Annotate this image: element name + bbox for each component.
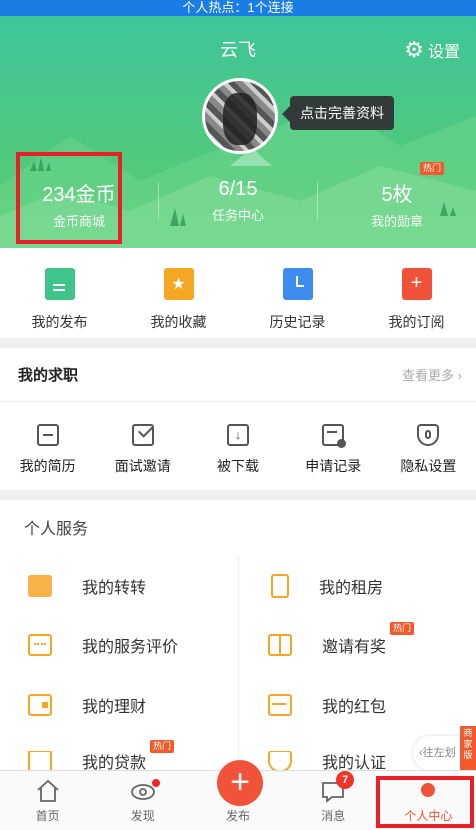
quick-action-my-favorites[interactable]: ★ 我的收藏 [119, 248, 238, 338]
settings-label: 设置 [427, 44, 460, 61]
quick-action-history[interactable]: 历史记录 [238, 248, 357, 338]
loan-icon [28, 751, 52, 771]
loans-hot-badge: 热门 [150, 740, 175, 753]
privacy-shield-icon [417, 424, 440, 446]
publish-plus-button[interactable]: + [217, 760, 263, 806]
application-record-icon [322, 424, 347, 448]
job-item-label: 面试邀请 [114, 458, 171, 474]
tab-messages[interactable]: 7 消息 [286, 771, 381, 830]
resume-icon [36, 424, 59, 446]
job-item-label: 我的简历 [19, 458, 76, 474]
hotspot-status-bar: 个人热点：1个连接 [0, 0, 476, 16]
add-bookmark-icon: + [401, 268, 432, 300]
home-icon [35, 779, 61, 803]
tasks-value: 6/15 [218, 178, 258, 200]
tab-label: 消息 [321, 809, 346, 823]
medals-label: 我的勋章 [370, 214, 423, 229]
quick-action-subscriptions[interactable]: + 我的订阅 [357, 248, 476, 338]
quick-action-label: 我的收藏 [150, 314, 207, 330]
coins-stat[interactable]: 234金币 金币商城 [0, 178, 158, 230]
tab-label: 个人中心 [404, 809, 453, 823]
stat-divider [317, 182, 318, 220]
folder-star-icon: ★ [163, 268, 194, 300]
swipe-left-hint[interactable]: ‹往左划 [413, 736, 463, 770]
view-more-link[interactable]: 查看更多 › [402, 365, 462, 384]
service-zhuanzhuan[interactable]: 我的转转 [28, 574, 146, 598]
section-title: 个人服务 [24, 521, 89, 538]
tab-discover[interactable]: 发现 [95, 771, 190, 830]
service-label: 我的理财 [82, 699, 147, 716]
tab-home[interactable]: 首页 [0, 771, 95, 830]
wallet-icon [28, 694, 52, 716]
service-invite-rewards[interactable]: 邀请有奖 [268, 633, 386, 657]
service-label: 我的转转 [82, 580, 147, 597]
job-item-applications[interactable]: 申请记录 [286, 402, 381, 490]
medals-hot-badge: 热门 [420, 162, 445, 175]
tasks-stat[interactable]: 6/15 任务中心 [159, 178, 317, 224]
service-label: 我的贷款 [82, 755, 147, 771]
shield-check-icon [268, 751, 292, 771]
quick-action-label: 我的发布 [31, 314, 88, 330]
complete-profile-tip[interactable]: 点击完善资料 [282, 96, 394, 130]
job-item-resume[interactable]: 我的简历 [0, 402, 95, 490]
service-rental[interactable]: 我的租房 [268, 574, 383, 598]
tab-profile[interactable]: 个人中心 [381, 771, 476, 830]
stat-divider [158, 182, 159, 220]
gift-icon [268, 634, 292, 656]
job-item-label: 隐私设置 [400, 458, 457, 474]
tab-label: 首页 [35, 809, 60, 823]
clock-icon [282, 268, 313, 300]
quick-action-label: 历史记录 [269, 314, 326, 330]
job-item-interview-invites[interactable]: 面试邀请 [95, 402, 190, 490]
avatar[interactable] [202, 78, 278, 154]
service-red-envelope[interactable]: 我的红包 [268, 693, 386, 717]
service-label: 邀请有奖 [322, 639, 387, 656]
quick-action-label: 我的订阅 [388, 314, 445, 330]
medals-value: 5枚 [381, 184, 413, 206]
messages-count-badge: 7 [336, 771, 355, 789]
building-icon [271, 574, 289, 598]
tab-label: 发现 [130, 809, 155, 823]
section-title: 我的求职 [18, 367, 79, 384]
eye-icon [130, 779, 160, 803]
personal-services-section: 个人服务 我的转转 我的租房 我的服务评价 邀请有奖 热门 我的理财 我的红包 … [0, 500, 476, 771]
quick-action-my-posts[interactable]: 我的发布 [0, 248, 119, 338]
job-item-label: 被下载 [217, 458, 259, 474]
job-item-downloaded[interactable]: ↓ 被下载 [190, 402, 285, 490]
quick-actions: 我的发布 ★ 我的收藏 历史记录 + 我的订阅 [0, 248, 476, 338]
profile-icon [415, 779, 441, 803]
job-search-header: 我的求职 查看更多 › [0, 348, 476, 402]
tasks-label: 任务中心 [211, 208, 264, 223]
service-loans[interactable]: 我的贷款 [28, 751, 146, 771]
service-verification[interactable]: 我的认证 [268, 751, 386, 771]
coins-value: 234金币 [42, 184, 116, 206]
service-label: 我的认证 [322, 755, 387, 771]
calendar-rating-icon [28, 634, 52, 656]
job-item-label: 申请记录 [305, 458, 362, 474]
red-envelope-icon [268, 694, 292, 716]
service-ratings[interactable]: 我的服务评价 [28, 633, 178, 657]
profile-header: 云飞 ⚙ 设置 点击完善资料 234金币 金币商城 6/15 任务中心 5枚 我… [0, 16, 476, 248]
merchant-version-tab[interactable]: 商家版 [460, 726, 476, 774]
service-label: 我的租房 [319, 580, 384, 597]
invite-hot-badge: 热门 [390, 622, 415, 635]
download-icon: ↓ [227, 424, 249, 446]
medals-stat[interactable]: 5枚 我的勋章 [318, 178, 476, 230]
tab-label: 发布 [226, 809, 251, 823]
message-icon: 7 [320, 771, 355, 803]
job-item-privacy[interactable]: 隐私设置 [381, 402, 476, 490]
coins-label: 金币商城 [52, 214, 105, 229]
service-finance[interactable]: 我的理财 [28, 693, 146, 717]
column-divider [238, 556, 239, 770]
service-label: 我的红包 [322, 699, 387, 716]
job-search-section: 我的求职 查看更多 › 我的简历 面试邀请 ↓ 被下载 申请记录 隐私设置 [0, 348, 476, 490]
envelope-icon [131, 422, 154, 446]
zhuanzhuan-icon [28, 575, 52, 597]
discover-notification-dot [151, 779, 160, 787]
settings-button[interactable]: ⚙ 设置 [404, 38, 460, 62]
service-label: 我的服务评价 [82, 639, 179, 656]
document-icon [44, 268, 75, 300]
gear-icon: ⚙ [404, 37, 424, 62]
